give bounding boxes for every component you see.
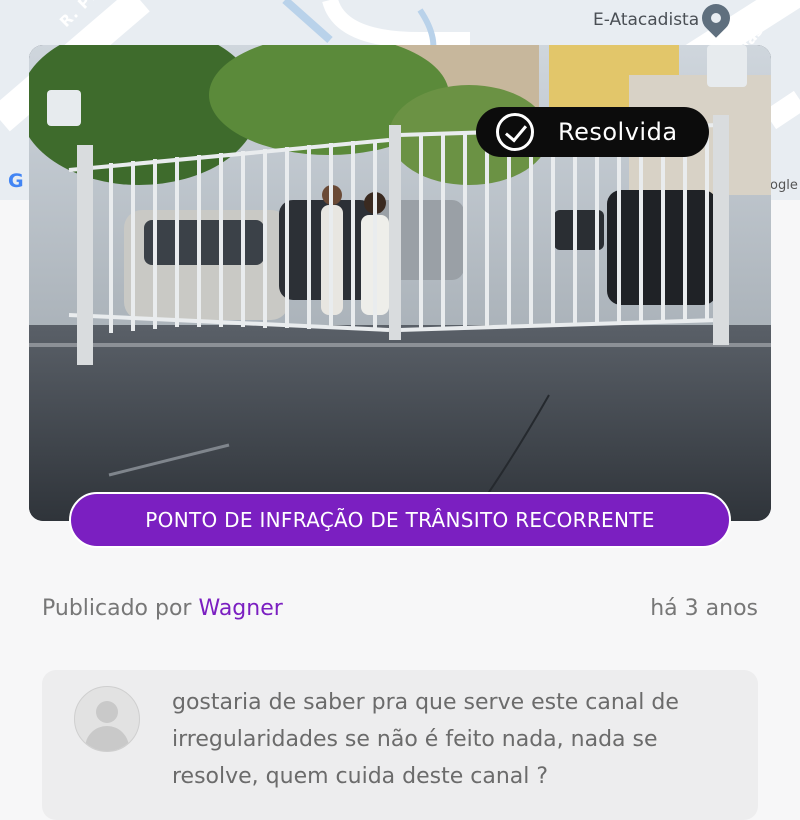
author-link[interactable]: Wagner (198, 596, 282, 621)
map-poi-label[interactable]: E-Atacadista (593, 10, 699, 30)
comment-text: gostaria de saber pra que serve este can… (172, 690, 679, 789)
comment-card: gostaria de saber pra que serve este can… (42, 670, 758, 820)
check-circle-icon (496, 113, 534, 151)
published-by-label: Publicado por (42, 596, 192, 621)
report-photo[interactable]: Resolvida (29, 45, 771, 521)
time-ago: há 3 anos (650, 596, 758, 621)
category-badge[interactable]: PONTO DE INFRAÇÃO DE TRÂNSITO RECORRENTE (69, 492, 731, 548)
user-avatar-icon[interactable] (74, 686, 140, 752)
google-logo-tail: ogle (770, 178, 798, 193)
published-by: Publicado por Wagner (42, 596, 283, 621)
status-label: Resolvida (558, 118, 678, 146)
status-badge: Resolvida (476, 107, 709, 157)
google-logo: G (8, 170, 24, 192)
publication-meta: Publicado por Wagner há 3 anos (42, 596, 758, 626)
